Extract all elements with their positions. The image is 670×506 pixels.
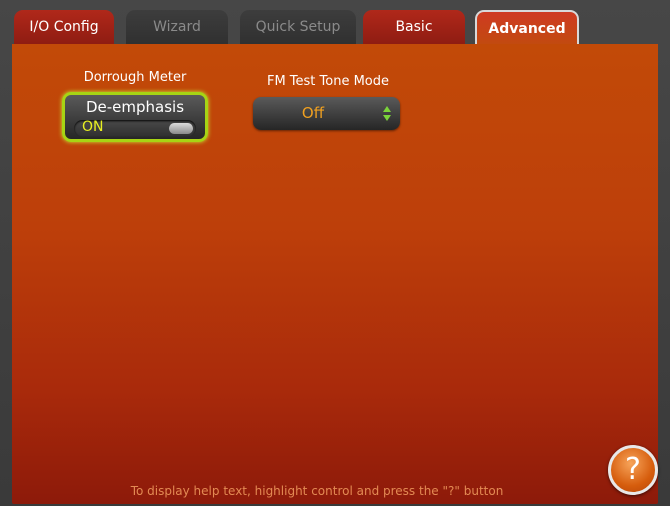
help-button[interactable]: ? (608, 445, 658, 495)
help-hint-text: To display help text, highlight control … (130, 484, 504, 498)
tab-wizard[interactable]: Wizard (126, 10, 228, 44)
de-emphasis-toggle[interactable]: De-emphasis ON (62, 92, 208, 142)
app-frame: I/O Config Wizard Quick Setup Basic Adva… (0, 0, 670, 506)
select-value: Off (301, 104, 325, 122)
toggle-track: ON (74, 119, 196, 137)
fm-test-tone-mode-select[interactable]: Off (253, 97, 400, 130)
up-down-arrows-icon (383, 106, 391, 121)
de-emphasis-title: De-emphasis (85, 98, 185, 116)
question-mark-icon: ? (625, 452, 641, 487)
toggle-state: ON (82, 119, 104, 135)
toggle-knob-icon (169, 123, 193, 134)
fm-test-tone-mode-label: FM Test Tone Mode (266, 74, 390, 89)
dorrough-meter-label: Dorrough Meter (83, 70, 187, 85)
tab-advanced[interactable]: Advanced (475, 10, 579, 44)
tab-quick-setup[interactable]: Quick Setup (240, 10, 356, 44)
tab-io-config[interactable]: I/O Config (14, 10, 114, 44)
tab-basic[interactable]: Basic (363, 10, 465, 44)
advanced-panel: Dorrough Meter De-emphasis ON FM Test To… (12, 44, 658, 504)
